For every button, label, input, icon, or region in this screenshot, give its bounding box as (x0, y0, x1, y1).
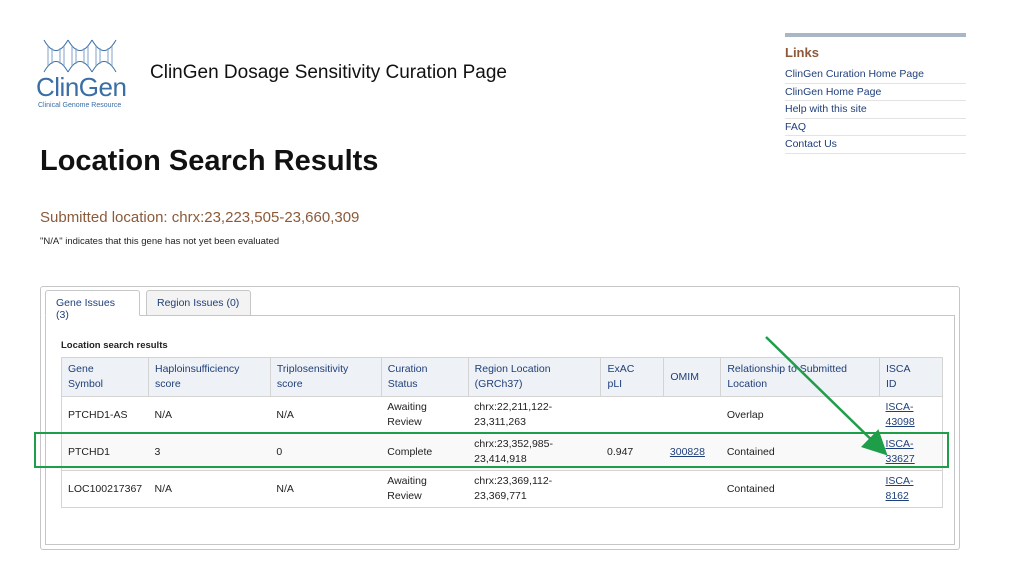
cell-gene: PTCHD1-AS (61, 396, 149, 434)
isca-link[interactable]: ISCA- 43098 (886, 401, 915, 428)
cell-relationship: Contained (720, 470, 880, 508)
cell-omim (663, 396, 721, 434)
cell-haplo: N/A (148, 470, 271, 508)
col-header-pli[interactable]: ExAC pLI (600, 357, 665, 397)
tab-content: Location search results Gene Symbol Haplo… (45, 315, 955, 545)
na-note: "N/A" indicates that this gene has not y… (40, 236, 280, 247)
isca-link[interactable]: ISCA- 8162 (886, 475, 914, 502)
logo-wordmark: ClinGen (36, 72, 127, 102)
col-header-omim[interactable]: OMIM (663, 357, 722, 397)
cell-region: chrx:22,211,122- 23,311,263 (468, 396, 601, 434)
header-row: Gene Symbol Haploinsufficiency score Tripl… (61, 357, 943, 397)
cell-isca: ISCA- 8162 (879, 470, 943, 508)
cell-relationship: Overlap (720, 396, 880, 434)
cell-status: Awaiting Review (381, 396, 469, 434)
col-header-isca[interactable]: ISCA ID (879, 357, 943, 397)
cell-region: chrx:23,369,112- 23,369,771 (468, 470, 601, 508)
cell-pli (600, 396, 664, 434)
tab-gene-issues[interactable]: Gene Issues (3) (45, 290, 140, 321)
col-header-triplo[interactable]: Triplosensitivity score (270, 357, 382, 397)
table-row: LOC100217367 N/A N/A Awaiting Review chrx… (61, 470, 943, 508)
link-curation-home[interactable]: ClinGen Curation Home Page (785, 66, 966, 84)
links-heading: Links (785, 45, 819, 60)
table-row: PTCHD1-AS N/A N/A Awaiting Review chrx:22… (61, 396, 943, 434)
col-header-status[interactable]: Curation Status (381, 357, 469, 397)
cell-triplo: N/A (270, 396, 382, 434)
col-header-relationship[interactable]: Relationship to Submitted Location (720, 357, 880, 397)
links-box: Links ClinGen Curation Home Page ClinGen… (785, 33, 966, 154)
link-contact-us[interactable]: Contact Us (785, 136, 966, 154)
clingen-logo[interactable]: ClinGen Clinical Genome Resource (36, 38, 136, 114)
cell-gene: LOC100217367 (61, 470, 149, 508)
link-help[interactable]: Help with this site (785, 101, 966, 119)
dna-helix-icon (43, 39, 117, 73)
logo-subtitle: Clinical Genome Resource (38, 102, 122, 109)
site-title: ClinGen Dosage Sensitivity Curation Page (150, 62, 507, 83)
cell-haplo: N/A (148, 396, 271, 434)
tab-region-issues[interactable]: Region Issues (0) (146, 290, 251, 316)
link-clingen-home[interactable]: ClinGen Home Page (785, 84, 966, 101)
cell-pli (600, 470, 664, 508)
cell-omim (663, 470, 721, 508)
col-header-haplo[interactable]: Haploinsufficiency score (148, 357, 271, 397)
cell-triplo: N/A (270, 470, 382, 508)
page-heading: Location Search Results (40, 145, 379, 177)
cell-status: Awaiting Review (381, 470, 469, 508)
col-header-gene[interactable]: Gene Symbol (61, 357, 149, 397)
row-highlight-box (34, 432, 949, 468)
col-header-region[interactable]: Region Location (GRCh37) (468, 357, 602, 397)
results-panel: Gene Issues (3) Region Issues (0) Locati… (40, 286, 960, 550)
link-faq[interactable]: FAQ (785, 119, 966, 136)
cell-isca: ISCA- 43098 (879, 396, 943, 434)
submitted-location: Submitted location: chrx:23,223,505-23,6… (40, 209, 360, 226)
table-caption: Location search results (61, 340, 168, 351)
